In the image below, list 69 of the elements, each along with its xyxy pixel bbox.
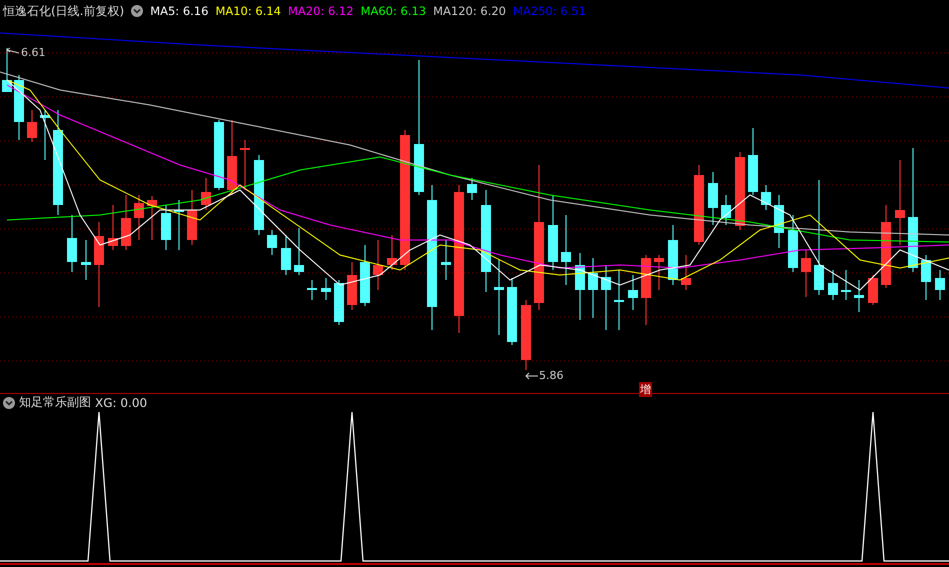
candlestick [201, 178, 211, 210]
indicator-label: MA60: 6.13 [360, 4, 426, 18]
indicator-label: MA20: 6.12 [288, 4, 354, 18]
candlestick [654, 254, 664, 290]
candlestick [187, 190, 197, 246]
indicator-label: MA120: 6.20 [433, 4, 506, 18]
candlestick [67, 214, 77, 272]
candlestick [721, 194, 731, 226]
candlestick [307, 280, 317, 300]
indicator-label: XG: 0.00 [95, 396, 148, 410]
candlestick [521, 300, 531, 370]
candlestick [575, 252, 585, 320]
candlestick [788, 214, 798, 272]
indicator-label: MA250: 6.51 [513, 4, 586, 18]
price-label: 6.61 [21, 46, 46, 59]
candlestick [267, 230, 277, 256]
candlestick [373, 240, 383, 290]
candlestick [561, 214, 571, 286]
candlestick [441, 240, 451, 280]
candlestick [774, 194, 784, 248]
candlestick [334, 280, 344, 326]
arrow-icon [6, 48, 20, 54]
candlestick [681, 254, 691, 290]
price-label: 5.86 [539, 369, 564, 382]
candlestick [828, 270, 838, 300]
candlestick [854, 280, 864, 312]
candlestick [161, 204, 171, 250]
candlestick [841, 270, 851, 300]
candlestick [708, 172, 718, 226]
candlestick [147, 196, 157, 240]
candlestick [801, 250, 811, 298]
candlestick [134, 194, 144, 240]
stock-title: 恒逸石化(日线.前复权) [3, 2, 124, 20]
indicator-label: MA5: 6.16 [150, 4, 208, 18]
signal-badge: 增 [639, 382, 652, 397]
dropdown-icon[interactable] [131, 5, 144, 17]
candlestick [628, 274, 638, 310]
candlestick [467, 178, 477, 200]
dropdown-icon[interactable] [3, 396, 15, 408]
candlestick [935, 270, 945, 300]
candlestick [214, 120, 224, 190]
candlestick [108, 204, 118, 250]
candlestick [748, 128, 758, 196]
candlestick [40, 110, 50, 160]
candlestick [641, 254, 651, 326]
candlestick [588, 258, 598, 318]
candlestick [2, 48, 12, 92]
candlestick [121, 194, 131, 250]
candlestick [174, 200, 184, 250]
arrow-icon [525, 372, 538, 380]
indicator-label: MA10: 6.14 [215, 4, 281, 18]
candlestick [761, 184, 771, 210]
candlestick [601, 264, 611, 330]
candlestick [507, 278, 517, 346]
candlestick [294, 228, 304, 276]
candlestick [81, 240, 91, 280]
candlestick [14, 74, 24, 140]
candlestick [240, 140, 250, 190]
candlestick [668, 224, 678, 286]
candlestick [614, 270, 624, 330]
candlestick [387, 234, 397, 270]
candlestick [360, 244, 370, 306]
candlestick [281, 234, 291, 276]
candlestick [321, 278, 331, 300]
candlestick [27, 110, 37, 142]
indicator-title: 知足常乐副图 [19, 394, 91, 411]
candlestick [921, 254, 931, 300]
candlestick [868, 274, 878, 306]
candlestick [347, 262, 357, 310]
